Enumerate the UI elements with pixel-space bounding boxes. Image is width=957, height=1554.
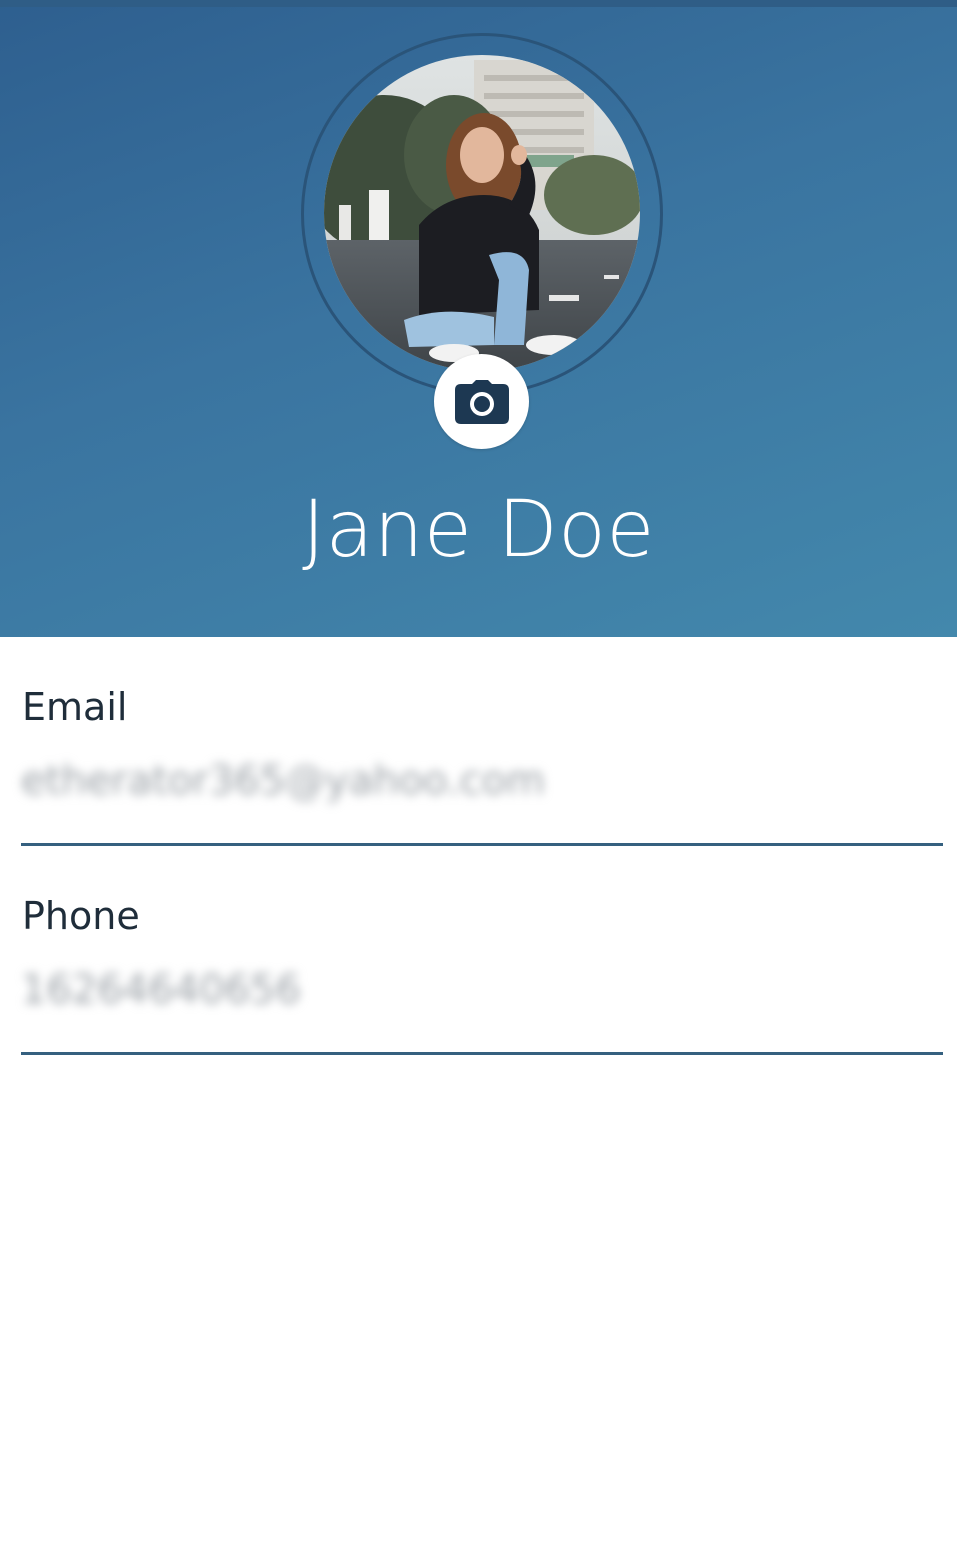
change-photo-button[interactable] — [434, 354, 529, 449]
avatar-photo — [324, 55, 640, 371]
email-underline — [21, 843, 943, 846]
camera-icon — [454, 379, 509, 424]
phone-input[interactable] — [21, 962, 921, 1018]
profile-header: Jane Doe — [0, 0, 957, 637]
phone-label: Phone — [22, 894, 140, 938]
phone-underline — [21, 1052, 943, 1055]
avatar[interactable] — [324, 55, 640, 371]
email-input[interactable] — [21, 753, 921, 809]
status-bar-strip — [0, 0, 957, 7]
email-label: Email — [22, 685, 128, 729]
email-field[interactable]: Email — [21, 683, 943, 846]
profile-screen: Jane Doe Email Phone — [0, 0, 957, 1554]
phone-field[interactable]: Phone — [21, 892, 943, 1055]
profile-name: Jane Doe — [302, 485, 655, 575]
